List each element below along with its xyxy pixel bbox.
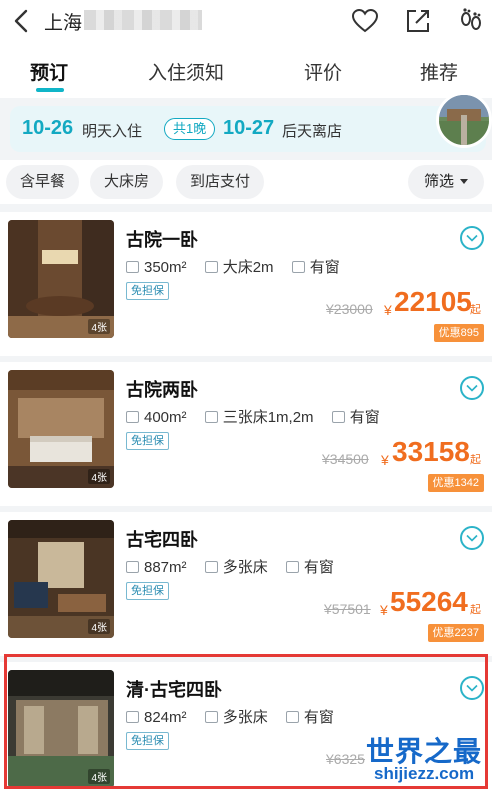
room-card[interactable]: 4张 古院一卧 350m² 大床2m 有窗 免担保 ¥23000 ¥ 22105… [0, 212, 492, 356]
room-meta: 350m² 大床2m 有窗 [126, 256, 340, 277]
room-photo[interactable]: 4张 [8, 220, 114, 338]
room-area: 887m² [144, 559, 187, 576]
no-guarantee-badge: 免担保 [126, 732, 169, 750]
room-price: 55264 [390, 586, 468, 617]
discount-badge: 优惠1342 [427, 474, 484, 492]
tab-active-indicator [36, 88, 64, 92]
photo-count: 4张 [88, 319, 110, 334]
room-bed: 多张床 [222, 709, 268, 726]
bed-icon [204, 261, 218, 273]
discount-badge: 优惠895 [433, 324, 484, 342]
photo-count: 4张 [88, 619, 110, 634]
checkout-label: 后天离店 [282, 123, 343, 140]
checkin-date: 10-26 [22, 117, 74, 139]
bed-icon [204, 411, 218, 423]
price-suffix: 起 [470, 604, 481, 616]
filter-button[interactable]: 筛选 [408, 165, 484, 199]
window-icon [285, 711, 299, 723]
area-icon [126, 711, 139, 723]
checkin-label: 明天入住 [82, 123, 143, 140]
room-name: 清·古宅四卧 [126, 680, 222, 700]
chevron-down-icon[interactable] [460, 676, 484, 700]
bed-icon [204, 711, 218, 723]
room-card[interactable]: 4张 古宅四卧 887m² 多张床 有窗 免担保 ¥57501 ¥ 55264 … [0, 512, 492, 656]
original-price: ¥23000 [326, 301, 373, 317]
currency-symbol: ¥ [384, 302, 392, 318]
tab-reviews[interactable]: 评价 [304, 58, 342, 85]
photo-count: 4张 [88, 769, 110, 784]
room-price: 22105 [394, 286, 472, 317]
chevron-down-icon[interactable] [460, 376, 484, 400]
original-price: ¥34500 [322, 451, 369, 467]
room-bed: 三张床1m,2m [222, 409, 314, 426]
chip-big-bed[interactable]: 大床房 [90, 165, 164, 199]
nights-badge: 共1晚 [164, 118, 216, 140]
date-selector[interactable]: 10-26 明天入住 共1晚 10-27 后天离店 [10, 106, 486, 152]
room-window: 有窗 [303, 559, 334, 576]
no-guarantee-badge: 免担保 [126, 432, 169, 450]
hotel-thumbnail[interactable] [436, 92, 492, 148]
room-price: 33158 [392, 436, 470, 467]
room-photo[interactable]: 4张 [8, 370, 114, 488]
no-guarantee-badge: 免担保 [126, 582, 169, 600]
top-bar: 上海 [0, 0, 492, 44]
photo-count: 4张 [88, 469, 110, 484]
room-photo[interactable]: 4张 [8, 520, 114, 638]
area-icon [126, 411, 139, 423]
room-meta: 400m² 三张床1m,2m 有窗 [126, 406, 380, 427]
watermark: 世界之最 shijiezz.com [366, 730, 486, 790]
window-icon [291, 261, 305, 273]
window-icon [331, 411, 345, 423]
tab-booking[interactable]: 预订 [30, 58, 68, 85]
heart-icon[interactable] [350, 6, 380, 36]
room-window: 有窗 [349, 409, 380, 426]
chevron-down-icon[interactable] [460, 526, 484, 550]
window-icon [285, 561, 299, 573]
tab-recommend[interactable]: 推荐 [420, 58, 458, 85]
tab-bar: 预订 入住须知 评价 推荐 [0, 44, 492, 98]
room-photo[interactable]: 4张 [8, 670, 114, 788]
room-window: 有窗 [303, 709, 334, 726]
chip-pay-at-hotel[interactable]: 到店支付 [176, 165, 265, 199]
tab-checkin-notes[interactable]: 入住须知 [148, 58, 224, 85]
hotel-title: 上海 [44, 13, 83, 34]
watermark-url: shijiezz.com [374, 764, 475, 783]
area-icon [126, 261, 139, 273]
filter-bar: 含早餐 大床房 到店支付 筛选 [0, 160, 492, 204]
price-suffix: 起 [470, 304, 481, 316]
room-area: 350m² [144, 259, 187, 276]
discount-badge: 优惠2237 [427, 624, 484, 642]
no-guarantee-badge: 免担保 [126, 282, 169, 300]
bed-icon [204, 561, 218, 573]
room-area: 824m² [144, 709, 187, 726]
room-meta: 887m² 多张床 有窗 [126, 556, 334, 577]
room-card[interactable]: 4张 古院两卧 400m² 三张床1m,2m 有窗 免担保 ¥34500 ¥ 3… [0, 362, 492, 506]
checkout-date: 10-27 [223, 117, 275, 139]
original-price: ¥6325 [326, 751, 365, 767]
room-bed: 大床2m [222, 259, 274, 276]
currency-symbol: ¥ [381, 452, 389, 468]
share-icon[interactable] [403, 6, 433, 36]
caret-down-icon [460, 179, 469, 184]
room-area: 400m² [144, 409, 187, 426]
chip-breakfast[interactable]: 含早餐 [6, 165, 80, 199]
room-name: 古宅四卧 [126, 530, 198, 550]
price-suffix: 起 [470, 454, 481, 466]
room-meta: 824m² 多张床 有窗 [126, 706, 334, 727]
room-window: 有窗 [309, 259, 340, 276]
room-name: 古院一卧 [126, 230, 198, 250]
back-arrow-icon[interactable] [8, 6, 36, 36]
room-bed: 多张床 [222, 559, 268, 576]
room-name: 古院两卧 [126, 380, 198, 400]
footprints-icon[interactable] [456, 6, 486, 36]
area-icon [126, 561, 139, 573]
chevron-down-icon[interactable] [460, 226, 484, 250]
original-price: ¥57501 [324, 601, 371, 617]
filter-label: 筛选 [424, 173, 455, 190]
currency-symbol: ¥ [380, 602, 388, 618]
blurred-hotel-name [84, 10, 202, 30]
